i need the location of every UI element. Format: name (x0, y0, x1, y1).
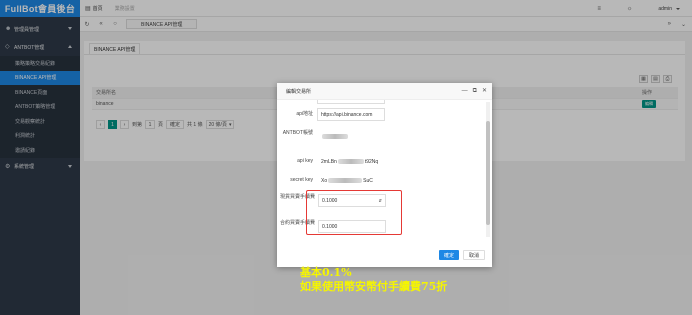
dialog-controls: — ⧉ ✕ (462, 88, 487, 94)
antbot-account-field[interactable] (317, 130, 385, 143)
annotation-line-2: 如果使用幣安幣付手續費75折 (300, 280, 448, 293)
api-key-field[interactable]: 2mLBn t92Nq (317, 155, 385, 168)
field-value: https://api.binance.com (321, 111, 373, 118)
field-value-tail: SuC (363, 177, 373, 184)
blurred-value (328, 178, 363, 183)
field-value: Xo (321, 177, 328, 184)
highlight-box (306, 190, 402, 235)
secret-key-field[interactable]: Xo SuC (317, 174, 385, 187)
cancel-button[interactable]: 取消 (463, 250, 486, 260)
edit-exchange-dialog: 編輯交易所 — ⧉ ✕ api地址 https://api.binance.co… (277, 83, 492, 267)
maximize-icon[interactable]: ⧉ (473, 88, 477, 94)
field-value: 2mLBn (321, 158, 337, 165)
scrollbar-thumb[interactable] (486, 121, 490, 225)
field-label: api地址 (296, 111, 313, 117)
dialog-header: 編輯交易所 — ⧉ ✕ (277, 83, 492, 100)
annotation-text: 基本0.1% 如果使用幣安幣付手續費75折 (300, 266, 447, 294)
hidden-field[interactable] (317, 100, 385, 104)
api-url-field[interactable]: https://api.binance.com (317, 108, 385, 121)
blurred-value (337, 159, 364, 164)
field-label: secret key (290, 177, 313, 183)
form-row-secret-key: secret key Xo SuC (277, 174, 482, 188)
form-row-api-url: api地址 https://api.binance.com (277, 108, 482, 122)
form-row (277, 100, 482, 105)
dialog-title: 編輯交易所 (286, 88, 312, 95)
minimize-icon[interactable]: — (462, 88, 468, 94)
dialog-scrollbar[interactable] (486, 102, 490, 237)
form-row-antbot-account: ANTBOT帳號 (277, 128, 482, 148)
field-label: ANTBOT帳號 (282, 130, 313, 136)
form-row-api-key: api key 2mLBn t92Nq (277, 155, 482, 169)
blurred-value (322, 134, 348, 139)
field-value-tail: t92Nq (364, 158, 379, 165)
field-label: api key (297, 158, 313, 164)
confirm-button[interactable]: 確定 (439, 250, 460, 260)
dialog-footer: 確定 取消 (277, 239, 492, 267)
close-icon[interactable]: ✕ (482, 88, 487, 94)
annotation-line-1: 基本0.1% (300, 266, 352, 279)
